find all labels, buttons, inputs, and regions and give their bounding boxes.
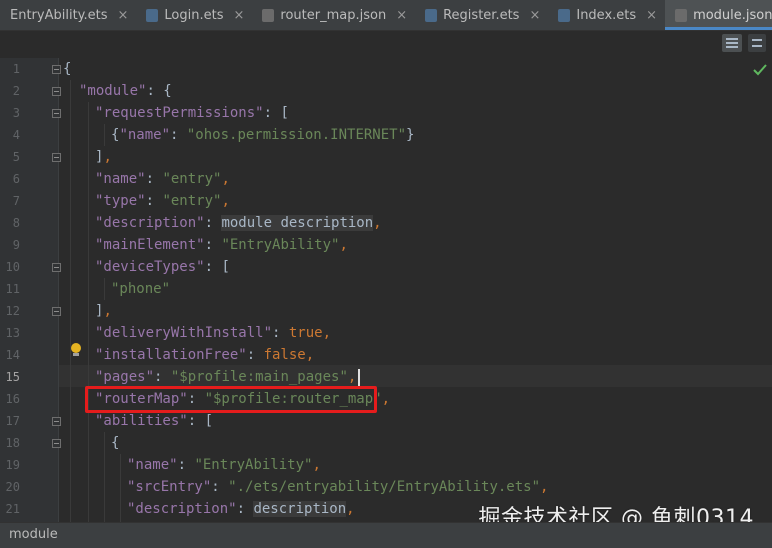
code-line[interactable]: "description": module description, xyxy=(95,212,382,234)
more-options-icon[interactable] xyxy=(748,34,766,52)
check-icon[interactable] xyxy=(753,64,767,76)
tab-module-json5[interactable]: module.json5 × xyxy=(665,0,772,30)
tab-register[interactable]: Register.ets × xyxy=(415,0,548,30)
tab-index[interactable]: Index.ets × xyxy=(548,0,665,30)
tab-label: module.json5 xyxy=(693,7,772,23)
line-number: 9 xyxy=(12,238,20,252)
code-line[interactable]: "srcEntry": "./ets/entryability/EntryAbi… xyxy=(127,476,548,498)
code-line[interactable]: "installationFree": false, xyxy=(95,344,314,366)
line-number: 7 xyxy=(12,194,20,208)
line-number: 16 xyxy=(5,392,20,406)
line-number: 6 xyxy=(12,172,20,186)
line-number: 20 xyxy=(5,480,20,494)
close-icon[interactable]: × xyxy=(234,8,245,23)
indent-guide xyxy=(70,80,71,522)
code-line[interactable]: { xyxy=(111,432,119,454)
json-file-icon xyxy=(262,8,275,22)
code-line[interactable]: "abilities": [ xyxy=(95,410,213,432)
close-icon[interactable]: × xyxy=(396,8,407,23)
code-line[interactable]: { xyxy=(63,58,71,80)
line-number: 13 xyxy=(5,326,20,340)
code-line[interactable]: "name": "entry", xyxy=(95,168,230,190)
tab-label: router_map.json xyxy=(280,7,387,23)
tab-label: Login.ets xyxy=(164,7,224,23)
ets-file-icon xyxy=(146,8,159,22)
code-line[interactable]: ], xyxy=(95,300,112,322)
fold-marker-icon[interactable] xyxy=(52,65,61,74)
tab-label: Index.ets xyxy=(576,7,637,23)
fold-marker-icon[interactable] xyxy=(52,417,61,426)
indent-guide xyxy=(104,124,105,146)
line-number: 21 xyxy=(5,502,20,516)
line-number: 8 xyxy=(12,216,20,230)
editor-tab-bar: EntryAbility.ets × Login.ets × router_ma… xyxy=(0,0,772,31)
folded-resource-value: module description xyxy=(221,215,374,231)
breadcrumb[interactable]: module xyxy=(9,527,58,542)
status-bar: module xyxy=(0,522,772,548)
indent-guide xyxy=(104,432,105,522)
indent-guide xyxy=(88,102,89,522)
close-icon[interactable]: × xyxy=(646,8,657,23)
code-line[interactable]: "mainElement": "EntryAbility", xyxy=(95,234,348,256)
line-number: 17 xyxy=(5,414,20,428)
code-line[interactable]: "phone" xyxy=(111,278,170,300)
code-line[interactable]: {"name": "ohos.permission.INTERNET"} xyxy=(111,124,414,146)
code-line[interactable]: "description": description, xyxy=(127,498,355,520)
fold-marker-icon[interactable] xyxy=(52,87,61,96)
gutter-separator xyxy=(58,58,59,522)
text-caret xyxy=(358,368,361,386)
code-line[interactable]: "deliveryWithInstall": true, xyxy=(95,322,331,344)
highlight-box xyxy=(85,386,377,413)
code-line[interactable]: "name": "EntryAbility", xyxy=(127,454,321,476)
folded-resource-value: description xyxy=(253,501,347,517)
code-line[interactable]: "type": "entry", xyxy=(95,190,230,212)
json-file-icon xyxy=(675,8,688,22)
fold-marker-icon[interactable] xyxy=(52,153,61,162)
lightbulb-icon[interactable] xyxy=(70,343,82,357)
ets-file-icon xyxy=(425,8,438,22)
code-line[interactable]: ], xyxy=(95,146,112,168)
line-number: 10 xyxy=(5,260,20,274)
tab-label: Register.ets xyxy=(443,7,520,23)
close-icon[interactable]: × xyxy=(118,8,129,23)
line-number: 2 xyxy=(12,84,20,98)
line-number-current: 15 xyxy=(5,370,20,384)
code-line-current[interactable]: "pages": "$profile:main_pages", xyxy=(95,366,361,388)
line-number: 11 xyxy=(5,282,20,296)
code-line[interactable]: "module": { xyxy=(79,80,172,102)
fold-marker-icon[interactable] xyxy=(52,263,61,272)
code-line[interactable]: "requestPermissions": [ xyxy=(95,102,289,124)
reader-mode-icon[interactable] xyxy=(722,34,742,52)
line-number: 1 xyxy=(12,62,20,76)
line-number: 12 xyxy=(5,304,20,318)
tab-entryability[interactable]: EntryAbility.ets × xyxy=(0,0,136,30)
ets-file-icon xyxy=(558,8,571,22)
tab-login[interactable]: Login.ets × xyxy=(136,0,252,30)
line-number: 4 xyxy=(12,128,20,142)
line-number: 14 xyxy=(5,348,20,362)
line-number: 18 xyxy=(5,436,20,450)
indent-guide xyxy=(120,454,121,522)
fold-marker-icon[interactable] xyxy=(52,109,61,118)
line-number: 5 xyxy=(12,150,20,164)
fold-marker-icon[interactable] xyxy=(52,439,61,448)
close-icon[interactable]: × xyxy=(529,8,540,23)
tab-label: EntryAbility.ets xyxy=(10,7,108,23)
line-number: 19 xyxy=(5,458,20,472)
line-number: 3 xyxy=(12,106,20,120)
fold-marker-icon[interactable] xyxy=(52,307,61,316)
code-line[interactable]: "deviceTypes": [ xyxy=(95,256,230,278)
indent-guide xyxy=(104,278,105,300)
tab-router-map[interactable]: router_map.json × xyxy=(252,0,415,30)
